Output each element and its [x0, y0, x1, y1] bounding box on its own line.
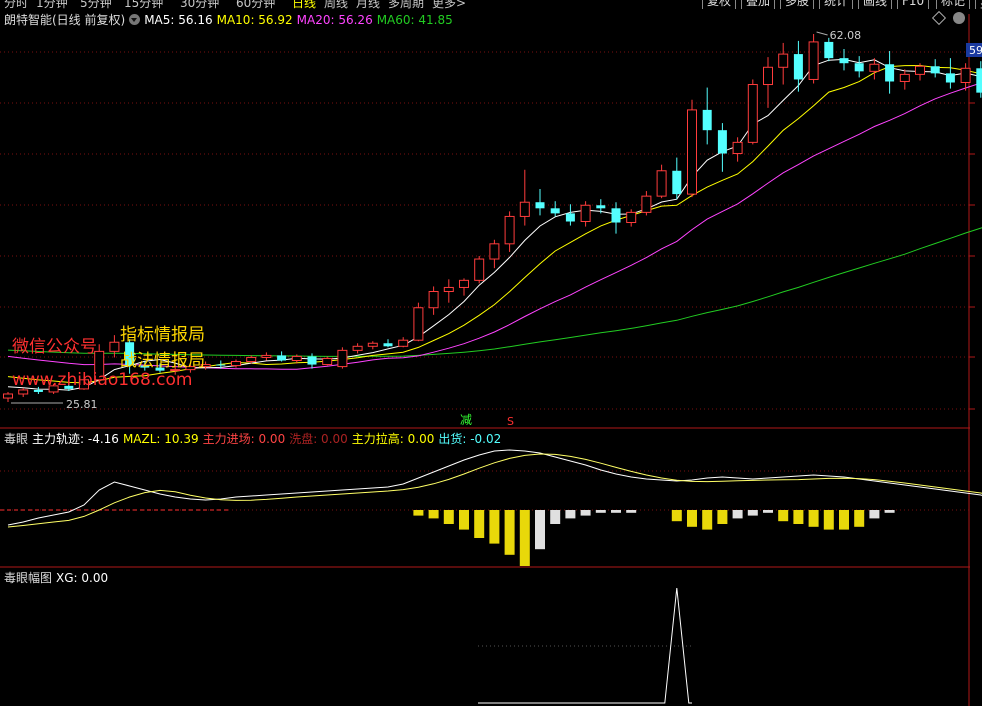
candle-body	[443, 286, 454, 293]
watermark-line4: www.zhibiao168.com	[12, 370, 193, 390]
candle-body	[383, 343, 393, 347]
candle-body	[3, 393, 13, 399]
ind1-bar	[535, 510, 545, 550]
candle-body	[33, 389, 43, 392]
ind1-bar	[671, 510, 682, 522]
candle-body	[428, 291, 439, 309]
low-label: 25.81	[66, 398, 98, 411]
ind1-bar	[474, 510, 485, 538]
candle-body	[854, 63, 864, 72]
ind1-bar	[580, 510, 591, 516]
candle-body	[489, 243, 500, 260]
ind1-bar	[595, 510, 606, 513]
candle-body	[307, 356, 317, 365]
high-label: 62.08	[830, 29, 862, 42]
ind1-bar	[747, 510, 758, 516]
candle-body	[702, 109, 712, 131]
candle-body	[291, 355, 302, 362]
watermark-line2: 指标情报局	[120, 325, 205, 345]
high-pointer	[816, 31, 828, 36]
ind1-bar	[519, 510, 530, 566]
candle-body	[367, 342, 378, 347]
ind1-bar	[565, 510, 576, 519]
candle-body	[535, 202, 545, 209]
candle-body	[277, 355, 287, 361]
candle-body	[732, 141, 743, 155]
candle-body	[793, 54, 803, 80]
ind1-bar	[793, 510, 804, 524]
candle-body	[763, 66, 773, 86]
candle-body	[337, 349, 348, 368]
candle-body	[960, 67, 971, 83]
ind1-bar	[763, 510, 773, 513]
candle-body	[656, 170, 667, 197]
candle-body	[596, 205, 606, 209]
candle-body	[550, 208, 560, 214]
candle-body	[626, 211, 637, 224]
ind1-bar	[778, 510, 789, 522]
watermark-line3: 战法情报局	[120, 351, 205, 371]
ind1-bar	[443, 510, 454, 524]
candle-body	[930, 66, 940, 74]
candle-body	[687, 109, 697, 195]
candle-body	[519, 201, 530, 217]
candle-body	[246, 356, 257, 363]
candle-body	[580, 204, 591, 223]
candle-body	[504, 215, 515, 245]
candle-body	[899, 73, 910, 82]
ind1-bar	[732, 510, 743, 519]
candle-body	[976, 68, 982, 93]
ind1-bar	[413, 510, 424, 516]
candle-body	[231, 361, 241, 367]
candle-body	[611, 208, 621, 223]
candle-body	[778, 53, 789, 68]
ind1-bar	[611, 510, 621, 513]
ind1-bar	[504, 510, 515, 555]
candle-body	[322, 357, 333, 366]
ind1-bar	[808, 510, 819, 527]
candle-body	[641, 195, 652, 213]
ind1-bar	[459, 510, 469, 530]
candle-body	[565, 213, 575, 222]
candle-body	[869, 63, 880, 72]
candle-body	[474, 258, 485, 281]
candle-body	[747, 84, 758, 143]
ind1-bar	[550, 510, 561, 524]
candle-body	[261, 354, 272, 358]
candle-body	[18, 389, 29, 395]
candle-body	[459, 279, 469, 288]
marker-jian: 减	[460, 413, 472, 427]
candle-body	[109, 341, 120, 352]
candle-body	[413, 307, 424, 341]
ind1-bar	[884, 510, 895, 513]
ind1-bar	[839, 510, 849, 530]
ind1-bar	[702, 510, 713, 530]
ind1-bar	[717, 510, 728, 524]
ind1-bar	[428, 510, 439, 519]
candle-body	[839, 58, 849, 64]
candle-body	[672, 170, 682, 195]
watermark-line1: 微信公众号	[12, 337, 97, 357]
candle-body	[824, 41, 834, 59]
ind1-bar	[626, 510, 637, 513]
price-tag-text: 59	[969, 44, 982, 57]
candle-body	[352, 345, 363, 351]
candle-body	[915, 65, 925, 75]
candle-body	[945, 73, 955, 83]
ind1-bar	[687, 510, 697, 527]
candle-body	[398, 339, 409, 347]
ind1-bar	[854, 510, 865, 527]
ind1-bar	[489, 510, 500, 544]
marker-s: S	[507, 415, 514, 428]
candle-body	[808, 41, 819, 80]
ind1-bar	[869, 510, 880, 519]
ind1-bar	[823, 510, 834, 530]
candle-body	[216, 364, 226, 366]
candle-body	[717, 130, 727, 154]
candle-body	[885, 64, 895, 82]
